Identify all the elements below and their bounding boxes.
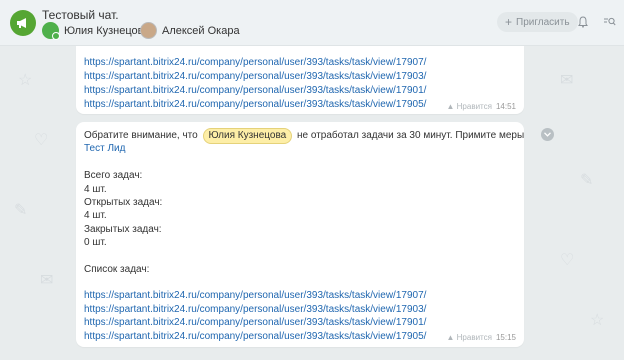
message-bubble: Обратите внимание, что Юлия Кузнецова не… <box>76 122 524 347</box>
pattern-bulb-icon: ✎ <box>14 202 28 219</box>
intro-text: Обратите внимание, что <box>84 130 198 141</box>
pattern-star-icon: ✉ <box>40 272 54 289</box>
task-link[interactable]: https://spartant.bitrix24.ru/company/per… <box>84 71 426 82</box>
lead-link[interactable]: Тест Лид <box>84 143 125 154</box>
like-button[interactable]: ▲ Нравится <box>447 333 492 342</box>
task-list-title: Список задач: <box>84 264 150 275</box>
task-link[interactable]: https://spartant.bitrix24.ru/company/per… <box>84 304 426 315</box>
like-label: Нравится <box>456 333 492 342</box>
pattern-heart-icon: ♡ <box>560 252 575 269</box>
search-icon <box>603 17 616 26</box>
pattern-mail-icon: ✉ <box>560 72 574 89</box>
stat-label: Закрытых задач: <box>84 224 162 235</box>
message-time: 15:15 <box>495 333 516 342</box>
plus-icon: + <box>505 15 513 29</box>
chat-title[interactable]: Тестовый чат. <box>42 8 119 22</box>
chat-header: Тестовый чат. Юлия Кузнецова Алексей Ока… <box>0 0 624 46</box>
pattern-heart-icon: ♡ <box>34 132 49 149</box>
stat-value: 4 шт. <box>84 184 107 195</box>
like-button[interactable]: ▲ Нравится <box>447 102 492 111</box>
task-link[interactable]: https://spartant.bitrix24.ru/company/per… <box>84 99 426 110</box>
search-button[interactable] <box>600 13 618 31</box>
member-chip[interactable]: Юлия Кузнецова <box>42 22 150 40</box>
avatar <box>140 22 157 39</box>
bell-icon <box>578 16 588 28</box>
notifications-button[interactable] <box>574 13 592 31</box>
chevron-down-icon <box>544 132 551 137</box>
message-menu-button[interactable] <box>541 128 554 141</box>
invite-label: Пригласить <box>516 16 570 28</box>
member-name: Алексей Окара <box>162 24 240 37</box>
megaphone-icon <box>17 18 26 28</box>
message-meta: ▲ Нравится 15:15 <box>447 333 516 342</box>
member-name: Юлия Кузнецова <box>64 24 150 37</box>
task-link[interactable]: https://spartant.bitrix24.ru/company/per… <box>84 290 426 301</box>
pattern-star-icon: ☆ <box>590 312 605 329</box>
message-meta: ▲ Нравится 14:51 <box>447 102 516 111</box>
message-bubble: https://spartant.bitrix24.ru/company/per… <box>76 46 524 114</box>
stat-label: Открытых задач: <box>84 197 163 208</box>
task-link[interactable]: https://spartant.bitrix24.ru/company/per… <box>84 57 426 68</box>
pattern-pencil-icon: ✎ <box>580 172 594 189</box>
chat-avatar[interactable] <box>10 10 36 36</box>
stat-label: Всего задач: <box>84 170 143 181</box>
stat-value: 4 шт. <box>84 210 107 221</box>
like-label: Нравится <box>456 102 492 111</box>
stat-value: 0 шт. <box>84 237 107 248</box>
pattern-star-icon: ☆ <box>18 72 33 89</box>
member-chip[interactable]: Алексей Окара <box>140 22 240 39</box>
message-intro: Обратите внимание, что Юлия Кузнецова не… <box>84 128 524 144</box>
task-link[interactable]: https://spartant.bitrix24.ru/company/per… <box>84 85 426 96</box>
message-time: 14:51 <box>495 102 516 111</box>
invite-button[interactable]: + Пригласить <box>497 12 578 32</box>
task-link[interactable]: https://spartant.bitrix24.ru/company/per… <box>84 331 426 342</box>
user-mention[interactable]: Юлия Кузнецова <box>202 128 293 144</box>
intro-text: не отработал задачи за 30 минут. Примите… <box>296 130 525 141</box>
task-link[interactable]: https://spartant.bitrix24.ru/company/per… <box>84 317 426 328</box>
avatar <box>42 22 60 40</box>
